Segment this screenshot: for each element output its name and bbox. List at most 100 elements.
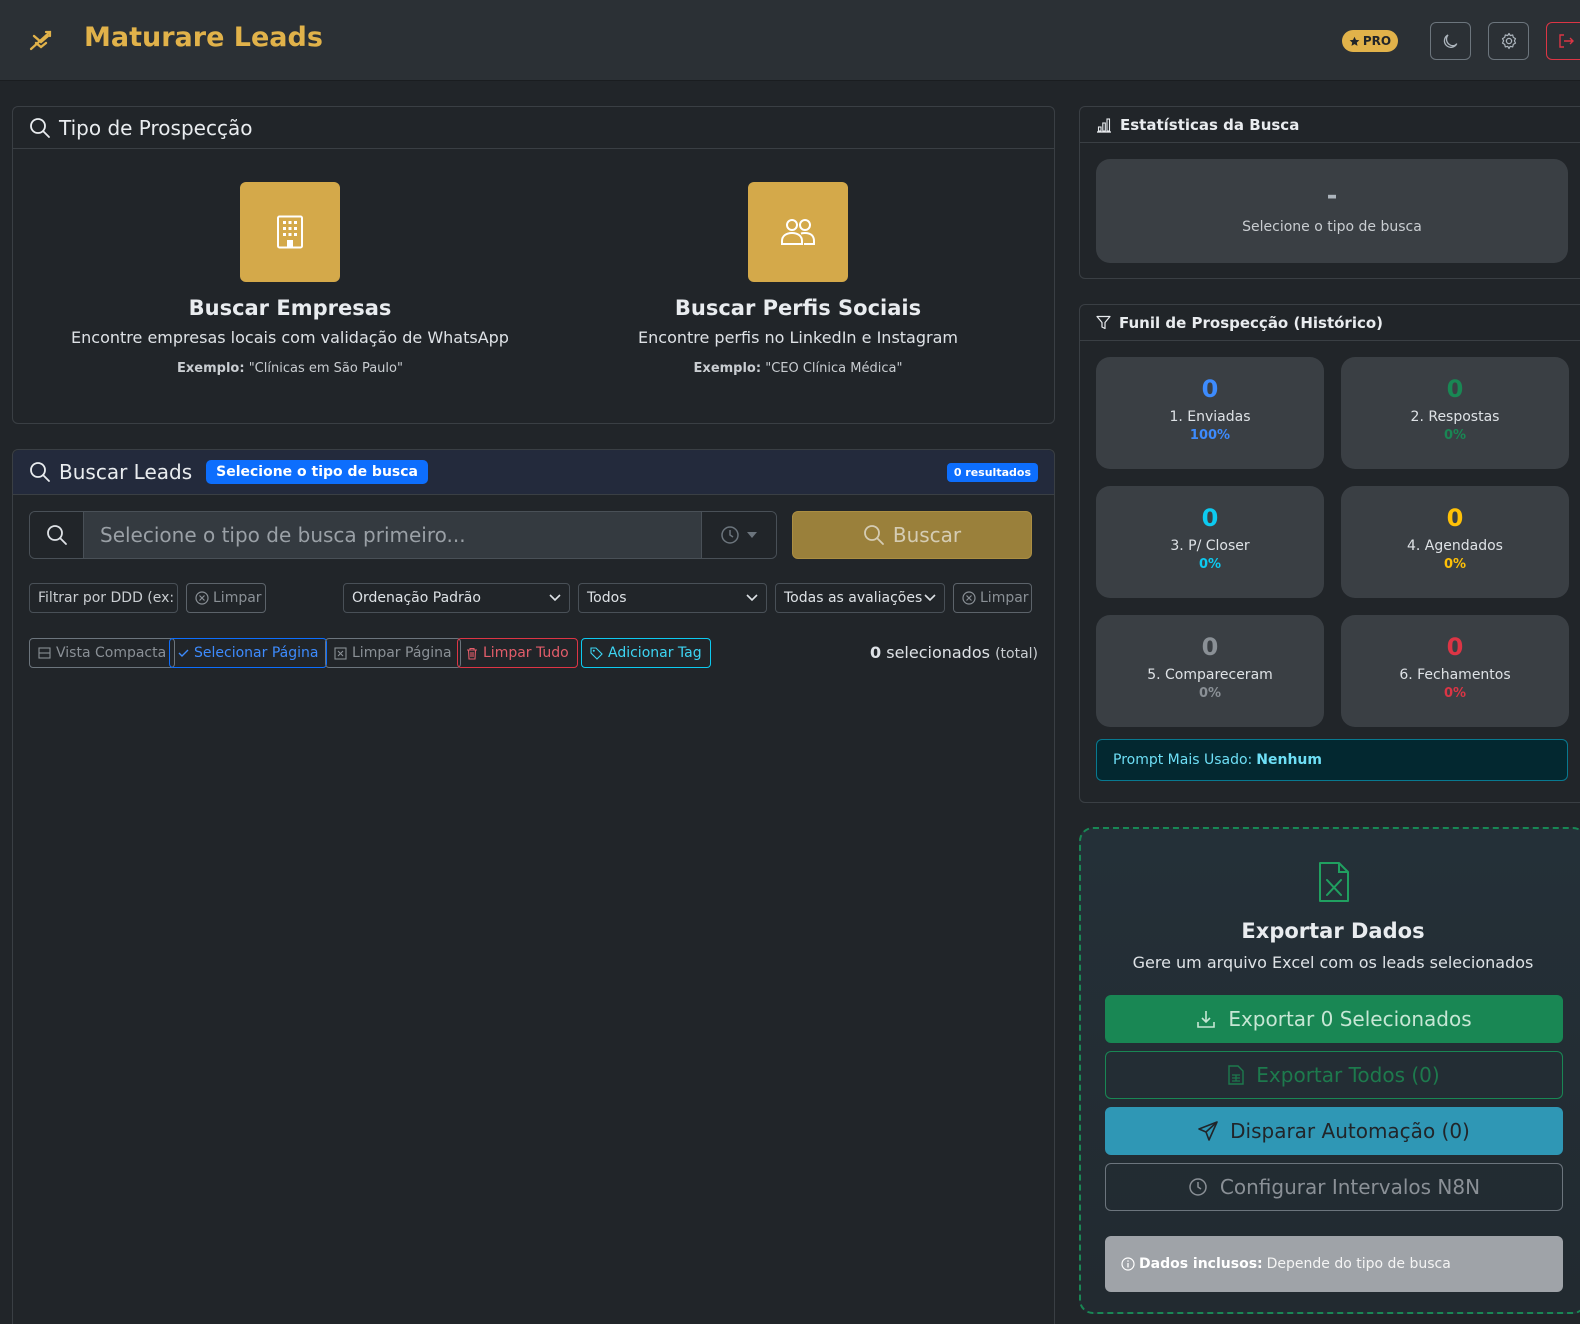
search-input[interactable]: Selecione o tipo de busca primeiro... xyxy=(84,512,701,558)
funnel-step-label: 6. Fechamentos xyxy=(1399,667,1511,683)
clear-ddd-button[interactable]: Limpar xyxy=(186,583,266,613)
caret-down-icon xyxy=(746,531,758,539)
x-square-icon xyxy=(334,646,347,660)
funnel-step: 0 4. Agendados 0% xyxy=(1341,486,1569,598)
funnel-step-value: 0 xyxy=(1446,375,1464,403)
most-used-prompt: Prompt Mais Usado: Nenhum xyxy=(1096,739,1568,781)
settings-button[interactable] xyxy=(1488,22,1529,60)
people-icon xyxy=(748,182,848,282)
clock-icon xyxy=(720,525,740,545)
clear-all-button[interactable]: Limpar Tudo xyxy=(457,638,578,668)
compact-view-button[interactable]: Vista Compacta xyxy=(29,638,176,668)
ddd-filter-input[interactable]: Filtrar por DDD (ex: 11) xyxy=(29,583,178,613)
logout-button[interactable] xyxy=(1546,22,1580,60)
stats-title: Estatísticas da Busca xyxy=(1120,115,1300,134)
export-selected-button[interactable]: Exportar 0 Selecionados xyxy=(1105,995,1563,1043)
add-tag-button[interactable]: Adicionar Tag xyxy=(581,638,711,668)
chevron-down-icon xyxy=(924,594,936,602)
clear-filters-label: Limpar xyxy=(980,590,1029,606)
filter-icon xyxy=(1096,315,1111,330)
info-icon xyxy=(1121,1257,1135,1271)
funnel-step-percent: 100% xyxy=(1189,428,1231,443)
clear-filters-button[interactable]: Limpar xyxy=(953,583,1032,613)
sort-select[interactable]: Ordenação Padrão xyxy=(343,583,570,613)
option-buscar-empresas[interactable]: Buscar Empresas Encontre empresas locais… xyxy=(50,182,530,376)
download-icon xyxy=(1196,1009,1216,1029)
buscar-button-label: Buscar xyxy=(892,523,962,547)
stats-summary: - Selecione o tipo de busca xyxy=(1096,159,1568,263)
search-history-dropdown[interactable] xyxy=(701,512,776,558)
export-desc: Gere um arquivo Excel com os leads selec… xyxy=(1132,953,1534,972)
configure-intervals-button[interactable]: Configurar Intervalos N8N xyxy=(1105,1163,1563,1211)
status-select[interactable]: Todos xyxy=(578,583,767,613)
clear-page-button[interactable]: Limpar Página xyxy=(325,638,461,668)
theme-toggle-button[interactable] xyxy=(1430,22,1471,60)
chevron-down-icon xyxy=(549,594,561,602)
data-info-value: Depende do tipo de busca xyxy=(1266,1256,1451,1272)
export-card: Exportar Dados Gere um arquivo Excel com… xyxy=(1079,827,1580,1314)
trigger-automation-button[interactable]: Disparar Automação (0) xyxy=(1105,1107,1563,1155)
selected-count: 0 selecionados (total) xyxy=(870,643,1038,662)
prompt-value: Nenhum xyxy=(1256,752,1322,768)
funnel-step: 0 3. P/ Closer 0% xyxy=(1096,486,1324,598)
rating-select[interactable]: Todas as avaliações xyxy=(775,583,945,613)
funnel-step: 0 5. Compareceram 0% xyxy=(1096,615,1324,727)
data-included-info: Dados inclusos: Depende do tipo de busca xyxy=(1105,1236,1563,1292)
funnel-header: Funil de Prospecção (Histórico) xyxy=(1080,305,1580,341)
funnel-step-value: 0 xyxy=(1201,375,1219,403)
x-circle-icon xyxy=(962,591,976,605)
funnel-step-percent: 0% xyxy=(1198,557,1222,572)
funnel-step-value: 0 xyxy=(1201,633,1219,661)
funnel-step-label: 2. Respostas xyxy=(1410,409,1500,425)
option-empresas-desc: Encontre empresas locais com validação d… xyxy=(71,328,509,347)
pro-badge: PRO xyxy=(1342,30,1398,52)
configure-intervals-label: Configurar Intervalos N8N xyxy=(1219,1175,1481,1199)
stats-header: Estatísticas da Busca xyxy=(1080,107,1580,143)
funnel-step-percent: 0% xyxy=(1198,686,1222,701)
gear-icon xyxy=(1500,32,1518,50)
chevron-down-icon xyxy=(746,594,758,602)
navbar: Maturare Leads PRO xyxy=(0,0,1580,81)
clear-all-label: Limpar Tudo xyxy=(483,645,569,661)
export-title: Exportar Dados xyxy=(1241,919,1425,943)
spreadsheet-icon xyxy=(1228,1065,1244,1085)
prospeccao-card: Tipo de Prospecção Buscar Empresas Encon… xyxy=(12,106,1055,424)
funnel-step-value: 0 xyxy=(1201,504,1219,532)
leads-card: Buscar Leads Selecione o tipo de busca 0… xyxy=(12,449,1055,1324)
leads-header: Buscar Leads Selecione o tipo de busca 0… xyxy=(13,450,1054,495)
send-icon xyxy=(1198,1121,1218,1141)
option-empresas-example: Exemplo: "Clínicas em São Paulo" xyxy=(177,361,403,376)
funnel-step-percent: 0% xyxy=(1443,686,1467,701)
export-all-button[interactable]: Exportar Todos (0) xyxy=(1105,1051,1563,1099)
check-icon xyxy=(178,648,189,658)
trigger-automation-label: Disparar Automação (0) xyxy=(1230,1119,1470,1143)
app-title[interactable]: Maturare Leads xyxy=(84,22,323,53)
prompt-label: Prompt Mais Usado: xyxy=(1113,752,1253,768)
select-page-label: Selecionar Página xyxy=(194,645,319,661)
select-page-button[interactable]: Selecionar Página xyxy=(169,638,328,668)
logout-icon xyxy=(1557,32,1575,50)
status-select-value: Todos xyxy=(587,590,627,606)
search-icon xyxy=(29,117,51,139)
tag-icon xyxy=(590,646,603,660)
stats-card: Estatísticas da Busca - Selecione o tipo… xyxy=(1079,106,1580,279)
option-perfis-example: Exemplo: "CEO Clínica Médica" xyxy=(693,361,903,376)
funnel-step-label: 3. P/ Closer xyxy=(1170,538,1250,554)
search-icon xyxy=(863,524,885,546)
search-icon xyxy=(29,461,51,483)
clear-page-label: Limpar Página xyxy=(352,645,452,661)
option-buscar-perfis[interactable]: Buscar Perfis Sociais Encontre perfis no… xyxy=(558,182,1038,376)
search-icon xyxy=(30,512,84,558)
funnel-step: 0 2. Respostas 0% xyxy=(1341,357,1569,469)
buscar-button[interactable]: Buscar xyxy=(792,511,1032,559)
star-icon xyxy=(1349,36,1360,47)
export-all-label: Exportar Todos (0) xyxy=(1256,1063,1440,1087)
add-tag-label: Adicionar Tag xyxy=(608,645,702,661)
funnel-step: 0 1. Enviadas 100% xyxy=(1096,357,1324,469)
funnel-step: 0 6. Fechamentos 0% xyxy=(1341,615,1569,727)
funnel-step-label: 4. Agendados xyxy=(1407,538,1503,554)
excel-file-icon xyxy=(1318,861,1350,903)
funnel-step-label: 5. Compareceram xyxy=(1147,667,1273,683)
option-perfis-desc: Encontre perfis no LinkedIn e Instagram xyxy=(638,328,958,347)
results-count-badge: 0 resultados xyxy=(946,463,1038,482)
